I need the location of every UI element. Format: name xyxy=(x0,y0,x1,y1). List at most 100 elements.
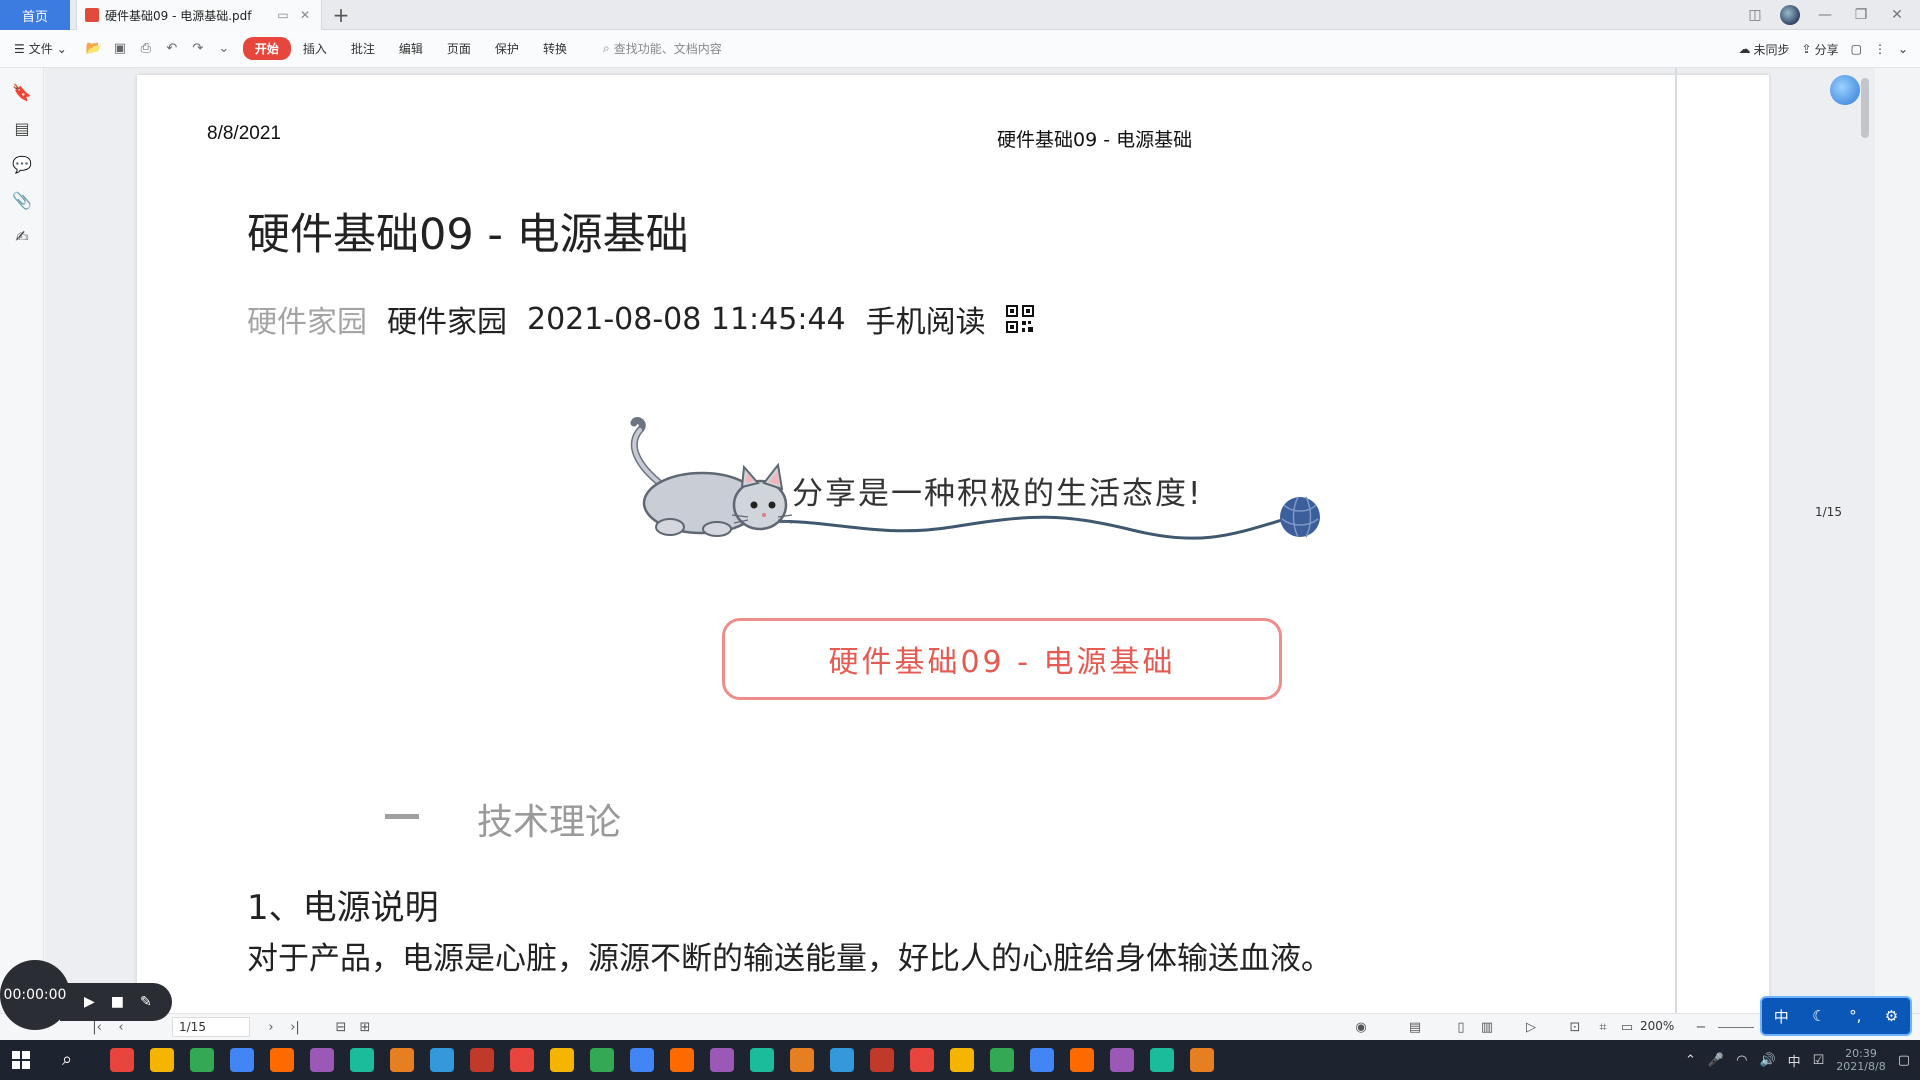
menu-edit[interactable]: 编辑 xyxy=(387,37,435,60)
undo-icon[interactable]: ↶ xyxy=(163,40,181,58)
actual-size-icon[interactable]: ⊡ xyxy=(1566,1018,1584,1036)
next-page-icon[interactable]: › xyxy=(262,1018,280,1036)
taskbar-app-icon[interactable] xyxy=(750,1048,774,1072)
taskbar-building-icon[interactable] xyxy=(790,1048,814,1072)
taskbar-app-icon[interactable] xyxy=(1150,1048,1174,1072)
menu-insert[interactable]: 插入 xyxy=(291,37,339,60)
last-page-icon[interactable]: ›| xyxy=(286,1018,304,1036)
eye-protection-icon[interactable]: ◉ xyxy=(1352,1018,1370,1036)
taskbar-app-red-icon[interactable] xyxy=(230,1048,254,1072)
open-folder-icon[interactable]: 📂 xyxy=(85,40,103,58)
taskbar-browser-icon[interactable] xyxy=(830,1048,854,1072)
pin-icon[interactable]: ▭ xyxy=(275,7,291,23)
taskbar-visual-studio-icon[interactable] xyxy=(1030,1048,1054,1072)
zoom-out-icon[interactable]: − xyxy=(1692,1018,1710,1036)
fit-width-icon[interactable]: ⊟ xyxy=(332,1018,350,1036)
taskbar-search-orange-icon[interactable] xyxy=(310,1048,334,1072)
menu-start[interactable]: 开始 xyxy=(242,37,291,60)
menu-comment[interactable]: 批注 xyxy=(339,37,387,60)
taskbar-tool-icon[interactable] xyxy=(710,1048,734,1072)
menu-page[interactable]: 页面 xyxy=(435,37,483,60)
network-icon[interactable]: ◠ xyxy=(1736,1053,1747,1068)
stop-icon[interactable]: ■ xyxy=(111,994,124,1010)
play-slideshow-icon[interactable]: ▷ xyxy=(1522,1018,1540,1036)
punctuation-icon[interactable]: °, xyxy=(1849,1007,1861,1025)
bookmark-icon[interactable]: 🔖 xyxy=(12,82,32,102)
taskbar-chrome-icon[interactable] xyxy=(110,1048,134,1072)
more-icon[interactable]: ⋮ xyxy=(1874,42,1886,56)
menu-convert[interactable]: 转换 xyxy=(531,37,579,60)
taskbar-app-icon[interactable] xyxy=(950,1048,974,1072)
windows-start-icon[interactable] xyxy=(12,1051,30,1069)
tab-document[interactable]: 硬件基础09 - 电源基础.pdf ▭ ✕ xyxy=(76,0,322,30)
taskbar-image-icon[interactable] xyxy=(590,1048,614,1072)
document-workspace[interactable]: 8/8/2021 硬件基础09 - 电源基础 硬件基础09 - 电源基础 硬件家… xyxy=(45,68,1875,1013)
redo-icon[interactable]: ↷ xyxy=(189,40,207,58)
zoom-icon[interactable]: ▭ xyxy=(1618,1018,1636,1036)
taskbar-app-orange-icon[interactable] xyxy=(390,1048,414,1072)
taskbar-qq-icon[interactable] xyxy=(1110,1048,1134,1072)
notification-icon[interactable]: ▢ xyxy=(1898,1053,1910,1068)
menu-protect[interactable]: 保护 xyxy=(483,37,531,60)
taskbar-app-icon[interactable] xyxy=(910,1048,934,1072)
taskbar-wps-icon[interactable] xyxy=(1190,1048,1214,1072)
comments-icon[interactable]: 💬 xyxy=(12,154,32,174)
taskbar-wechat-icon[interactable] xyxy=(1070,1048,1094,1072)
taskbar-photo-icon[interactable] xyxy=(470,1048,494,1072)
read-mode-icon[interactable]: ▯ xyxy=(1452,1018,1470,1036)
tab-document-label: 硬件基础09 - 电源基础.pdf xyxy=(105,8,252,23)
taskbar-mx-icon[interactable] xyxy=(870,1048,894,1072)
tab-home[interactable]: 首页 xyxy=(0,0,70,30)
fit-page-icon[interactable]: ⊞ xyxy=(356,1018,374,1036)
assistant-bubble-icon[interactable] xyxy=(1830,75,1860,105)
thumbnail-icon[interactable]: ▤ xyxy=(12,118,32,138)
taskbar-sticky-notes-icon[interactable] xyxy=(350,1048,374,1072)
taskbar-app-green-icon[interactable] xyxy=(190,1048,214,1072)
close-window-icon[interactable]: ✕ xyxy=(1886,4,1908,26)
avatar[interactable] xyxy=(1780,5,1800,25)
input-language[interactable]: 中 xyxy=(1788,1051,1801,1070)
save-icon[interactable]: ▣ xyxy=(111,40,129,58)
new-tab-button[interactable]: + xyxy=(330,3,352,27)
single-page-icon[interactable]: ▤ xyxy=(1406,1018,1424,1036)
taskbar-excel-icon[interactable] xyxy=(670,1048,694,1072)
file-menu[interactable]: ☰ 文件 ⌄ xyxy=(14,40,67,57)
checkbox-icon[interactable]: ☑ xyxy=(1813,1053,1825,1068)
taskbar-file-explorer-icon[interactable] xyxy=(270,1048,294,1072)
volume-icon[interactable]: 🔊 xyxy=(1759,1053,1775,1068)
taskbar-chrome-alt-icon[interactable] xyxy=(150,1048,174,1072)
taskbar-app-icon[interactable] xyxy=(630,1048,654,1072)
customize-icon[interactable]: ⌄ xyxy=(215,40,233,58)
close-tab-icon[interactable]: ✕ xyxy=(297,7,313,23)
comment-icon[interactable]: ▢ xyxy=(1851,42,1862,56)
collapse-ribbon-icon[interactable]: ⌄ xyxy=(1898,42,1908,56)
print-icon[interactable]: ⎙ xyxy=(137,40,155,58)
settings-icon[interactable]: ⚙ xyxy=(1885,1007,1898,1025)
ime-mode[interactable]: 中 xyxy=(1774,1006,1789,1027)
zoom-slider[interactable] xyxy=(1718,1027,1754,1028)
page-number-input[interactable]: 1/15 xyxy=(172,1017,250,1037)
pen-icon[interactable]: ✎ xyxy=(140,994,152,1010)
attachment-icon[interactable]: 📎 xyxy=(12,190,32,210)
restore-icon[interactable]: ❐ xyxy=(1850,4,1872,26)
play-icon[interactable]: ▶ xyxy=(84,994,95,1010)
search-input[interactable]: ⌕ 查找功能、文档内容 xyxy=(603,40,722,57)
zoom-level[interactable]: 200% xyxy=(1640,1019,1674,1033)
taskbar-zoom-icon[interactable] xyxy=(430,1048,454,1072)
taskbar-iqiyi-icon[interactable] xyxy=(990,1048,1014,1072)
chevron-up-icon[interactable]: ⌃ xyxy=(1685,1053,1696,1068)
sync-button[interactable]: ☁ 未同步 xyxy=(1739,41,1790,58)
crop-icon[interactable]: ⌗ xyxy=(1594,1018,1612,1036)
search-icon[interactable]: ⌕ xyxy=(62,1049,72,1070)
moon-icon[interactable]: ☾ xyxy=(1812,1007,1825,1025)
taskbar-app-icon[interactable] xyxy=(550,1048,574,1072)
share-button[interactable]: ⇪ 分享 xyxy=(1802,41,1839,58)
layout-icon[interactable]: ◫ xyxy=(1744,4,1766,26)
signature-icon[interactable]: ✍ xyxy=(12,226,32,246)
clock[interactable]: 20:39 2021/8/8 xyxy=(1836,1047,1885,1073)
vertical-scrollbar[interactable] xyxy=(1861,78,1869,138)
minimize-icon[interactable]: — xyxy=(1814,4,1836,26)
microphone-icon[interactable]: 🎤 xyxy=(1708,1053,1724,1068)
two-page-icon[interactable]: ▥ xyxy=(1478,1018,1496,1036)
taskbar-app-icon[interactable] xyxy=(510,1048,534,1072)
